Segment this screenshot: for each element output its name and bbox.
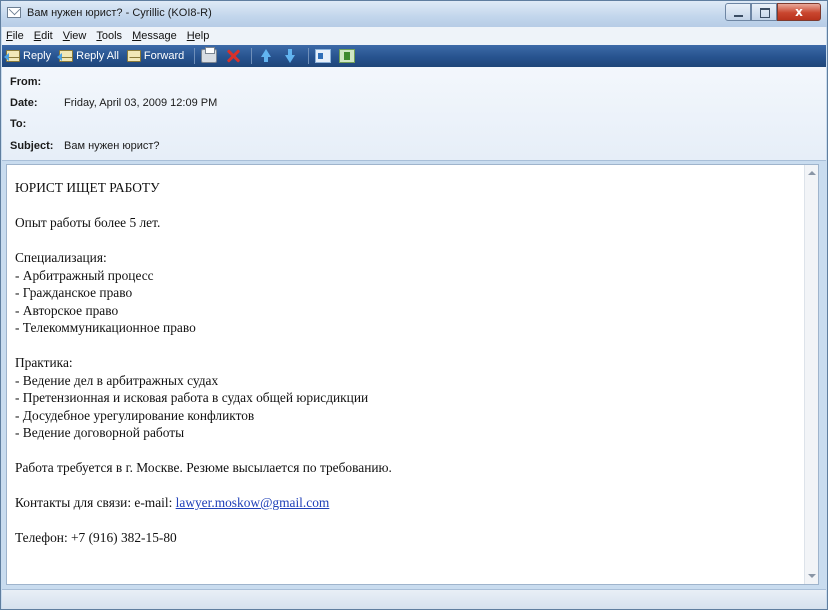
list-item: - Досудебное урегулирование конфликтов bbox=[15, 407, 255, 423]
specialization-title: Специализация: bbox=[15, 250, 107, 265]
reply-icon bbox=[4, 50, 20, 62]
address-book-icon[interactable] bbox=[315, 49, 332, 63]
toolbar: Reply Reply All Forward bbox=[2, 45, 826, 67]
subject-value: Вам нужен юрист? bbox=[64, 140, 160, 152]
maximize-button[interactable] bbox=[751, 3, 777, 21]
experience-line: Опыт работы более 5 лет. bbox=[15, 215, 161, 230]
message-header: From: Date: Friday, April 03, 2009 12:09… bbox=[2, 67, 826, 161]
menu-file[interactable]: File bbox=[6, 30, 24, 42]
mail-window: Вам нужен юрист? - Cyrillic (KOI8-R) x F… bbox=[0, 0, 828, 610]
scroll-up-icon[interactable] bbox=[805, 165, 819, 181]
close-button[interactable]: x bbox=[777, 3, 821, 21]
up-arrow-icon[interactable] bbox=[258, 49, 274, 63]
list-item: - Ведение договорной работы bbox=[15, 425, 185, 440]
list-item: - Гражданское право bbox=[15, 285, 133, 300]
location-line: Работа требуется в г. Москве. Резюме выс… bbox=[15, 460, 392, 475]
to-label: To: bbox=[10, 118, 27, 130]
menu-bar: File Edit View Tools Message Help bbox=[2, 27, 826, 45]
minimize-button[interactable] bbox=[725, 3, 751, 21]
menu-view[interactable]: View bbox=[63, 30, 87, 42]
title-bar[interactable]: Вам нужен юрист? - Cyrillic (KOI8-R) x bbox=[1, 1, 827, 27]
status-bar bbox=[2, 589, 826, 609]
subject-row: Subject: Вам нужен юрист? bbox=[10, 137, 160, 155]
menu-tools[interactable]: Tools bbox=[96, 30, 122, 42]
toolbar-separator bbox=[194, 48, 196, 64]
toolbar-separator bbox=[251, 48, 253, 64]
subject-label: Subject: bbox=[10, 140, 54, 152]
envelope-icon bbox=[7, 7, 21, 18]
window-title: Вам нужен юрист? - Cyrillic (KOI8-R) bbox=[27, 7, 212, 19]
menu-message[interactable]: Message bbox=[132, 30, 177, 42]
list-item: - Авторское право bbox=[15, 302, 119, 318]
forward-icon bbox=[126, 50, 141, 62]
message-content: ЮРИСТ ИЩЕТ РАБОТУ Опыт работы более 5 ле… bbox=[15, 179, 795, 547]
scroll-down-icon[interactable] bbox=[805, 568, 819, 584]
print-icon[interactable] bbox=[201, 47, 218, 63]
date-row: Date: Friday, April 03, 2009 12:09 PM bbox=[10, 94, 217, 112]
list-item: - Телекоммуникационное право bbox=[15, 320, 196, 335]
date-label: Date: bbox=[10, 97, 38, 109]
toolbar-separator bbox=[308, 48, 310, 64]
menu-edit[interactable]: Edit bbox=[34, 30, 53, 42]
list-item: - Арбитражный процесс bbox=[15, 267, 154, 283]
to-row: To: bbox=[10, 115, 64, 133]
reply-button[interactable]: Reply bbox=[4, 50, 51, 62]
message-body[interactable]: ЮРИСТ ИЩЕТ РАБОТУ Опыт работы более 5 ле… bbox=[6, 164, 819, 585]
menu-help[interactable]: Help bbox=[187, 30, 210, 42]
date-value: Friday, April 03, 2009 12:09 PM bbox=[64, 97, 218, 109]
practice-title: Практика: bbox=[15, 355, 73, 370]
delete-icon[interactable] bbox=[225, 49, 241, 63]
forward-button[interactable]: Forward bbox=[126, 50, 184, 62]
email-link[interactable]: lawyer.moskow@gmail.com bbox=[176, 495, 330, 510]
down-arrow-icon[interactable] bbox=[282, 49, 298, 63]
list-item: - Ведение дел в арбитражных судах bbox=[15, 372, 219, 388]
reply-all-button[interactable]: Reply All bbox=[57, 50, 119, 62]
reply-all-icon bbox=[57, 50, 74, 62]
list-item: - Претензионная и исковая работа в судах… bbox=[15, 390, 369, 405]
contacts-icon[interactable] bbox=[339, 49, 356, 63]
contacts-prefix: Контакты для связи: e-mail: bbox=[15, 495, 176, 510]
window-controls: x bbox=[725, 3, 821, 21]
from-row: From: bbox=[10, 73, 64, 91]
from-label: From: bbox=[10, 76, 42, 88]
phone-line: Телефон: +7 (916) 382-15-80 bbox=[15, 530, 177, 545]
contacts-line: Контакты для связи: e-mail: lawyer.mosko… bbox=[15, 494, 795, 512]
vertical-scrollbar[interactable] bbox=[804, 165, 818, 584]
message-heading: ЮРИСТ ИЩЕТ РАБОТУ bbox=[15, 180, 160, 195]
